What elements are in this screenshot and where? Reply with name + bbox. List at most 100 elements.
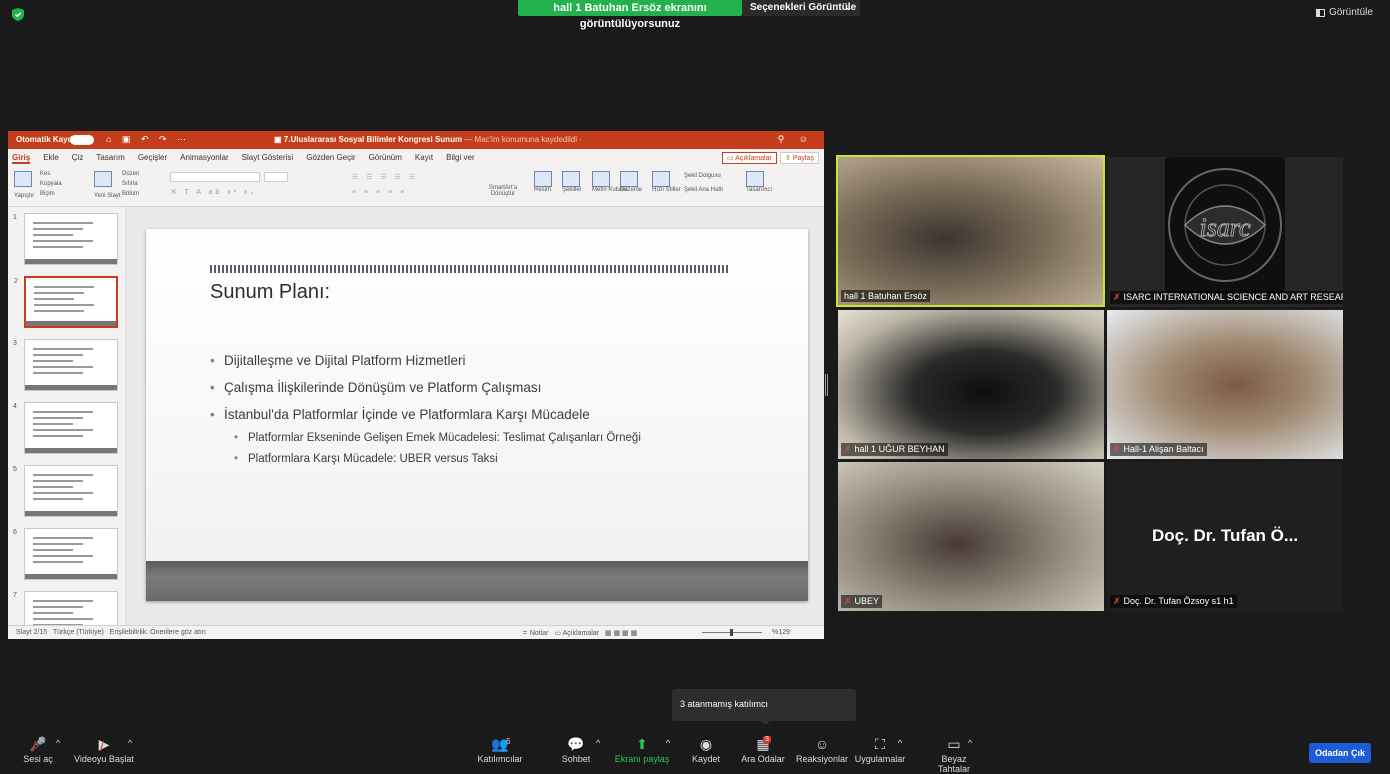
- thumbnail-text-line: [33, 234, 73, 236]
- apps-chevron-up-icon[interactable]: ^: [898, 738, 902, 748]
- reactions-button[interactable]: ☺ Reaksiyonlar: [796, 734, 848, 764]
- shared-screen[interactable]: Otomatik Kaydet ⌂ ▣ ↶ ↷ ⋯ ▣ 7.Uluslarara…: [8, 131, 824, 639]
- unmute-button[interactable]: 🎤 / Sesi aç: [20, 734, 56, 764]
- participant-name: ✗ UBEY: [841, 595, 883, 608]
- reactions-icon: ☺: [814, 736, 830, 752]
- participants-label: Katılımcılar: [477, 754, 523, 764]
- video-tile[interactable]: isarc ✗ ISARC INTERNATIONAL SCIENCE AND A…: [1107, 157, 1343, 307]
- paragraph-icons: ☰ ☰ ☰ ☰ ☰: [352, 174, 419, 181]
- share-chevron-up-icon[interactable]: ^: [666, 738, 670, 748]
- video-tile[interactable]: ✗ Hall-1 Alişan Baltacı: [1107, 310, 1343, 459]
- video-options-chevron-up-icon[interactable]: ^: [128, 738, 132, 748]
- breakout-tooltip: 3 atanmamış katılımcı: [672, 689, 856, 726]
- ppt-tab: Animasyonlar: [180, 153, 229, 162]
- format-icons: K T A ab x² x₂: [172, 189, 257, 196]
- ppt-title-bar: Otomatik Kaydet ⌂ ▣ ↶ ↷ ⋯ ▣ 7.Uluslarara…: [8, 131, 824, 149]
- bullet-item: Dijitalleşme ve Dijital Platform Hizmetl…: [210, 347, 641, 374]
- slide-number: 3: [13, 340, 17, 347]
- chevron-down-icon: ⌄: [845, 3, 852, 12]
- whiteboard-chevron-up-icon[interactable]: ^: [968, 738, 972, 748]
- video-off-icon: ▶ /: [98, 736, 110, 754]
- thumbnail-text-line: [33, 537, 93, 539]
- slide-thumbnail: 6: [13, 528, 118, 580]
- thumbnail-footer: [25, 448, 117, 453]
- view-button-label: Görüntüle: [1329, 7, 1373, 18]
- view-options-dropdown[interactable]: Seçenekleri Görüntüle ⌄: [742, 0, 860, 16]
- ppt-tab: Kayıt: [414, 153, 434, 162]
- participant-name: ✗ hall 1 UĞUR BEYHAN: [841, 443, 948, 456]
- slide-thumbnails: 1 2 3 4 5 6 7: [8, 207, 126, 639]
- slide-thumbnail: 2: [14, 276, 118, 328]
- picture-button: Resim: [534, 171, 554, 193]
- record-button[interactable]: ◉ Kaydet: [690, 734, 722, 764]
- view-button[interactable]: Görüntüle: [1316, 7, 1373, 18]
- start-video-button[interactable]: ▶ / Videoyu Başlat: [74, 734, 134, 764]
- participant-display-name: Doç. Dr. Tufan Ö...: [1151, 526, 1299, 545]
- ppt-tab: Görünüm: [368, 153, 402, 162]
- sub-bullet-item: Platformlara Karşı Mücadele: UBER versus…: [210, 449, 641, 470]
- shapes-button: Şekiller: [562, 171, 582, 193]
- thumbnail-text-line: [34, 286, 94, 288]
- thumbnail-footer: [25, 511, 117, 516]
- chat-button[interactable]: 💬 Sohbet: [558, 734, 594, 764]
- mic-muted-icon: ✗: [844, 596, 852, 606]
- thumbnail-text-line: [33, 498, 83, 500]
- chat-chevron-up-icon[interactable]: ^: [596, 738, 600, 748]
- thumbnail-text-line: [33, 372, 83, 374]
- mic-muted-icon: ✗: [844, 444, 852, 454]
- ppt-status-bar: Slayt 2/15 Türkçe (Türkiye) Erişilebilir…: [8, 625, 824, 639]
- thumbnail-text-line: [33, 429, 93, 431]
- leave-room-button[interactable]: Odadan Çık: [1309, 743, 1371, 763]
- breakout-badge: 3: [763, 736, 771, 743]
- breakout-label: Ara Odalar: [741, 754, 785, 764]
- ppt-ribbon-tabs: Giriş Ekle Çiz Tasarım Geçişler Animasyonlar S…: [8, 149, 824, 167]
- thumbnail-text-line: [33, 561, 83, 563]
- clipboard-group: Yapıştır Kes Kopyala Biçim: [14, 171, 62, 199]
- video-tile[interactable]: ✗ hall 1 UĞUR BEYHAN: [838, 310, 1104, 459]
- shape-fill-label: Şekil Dolgusu: [684, 173, 721, 179]
- thumbnail-text-line: [33, 555, 93, 557]
- slide-thumbnail: 5: [13, 465, 118, 517]
- slide-footer-band: [146, 561, 808, 601]
- share-button: ⇪ Paylaş: [780, 152, 819, 164]
- participants-button[interactable]: 👥 6 Katılımcılar: [476, 734, 524, 764]
- thumbnail-text-line: [33, 228, 83, 230]
- new-slide-icon: [94, 171, 112, 187]
- participant-name: ✗ ISARC INTERNATIONAL SCIENCE AND ART RES…: [1110, 291, 1343, 304]
- ppt-tab: Bilgi ver: [446, 153, 475, 162]
- slide-title: Sunum Planı:: [210, 281, 331, 303]
- video-tile[interactable]: hall 1 Batuhan Ersöz: [836, 155, 1105, 307]
- thumbnail-text-line: [33, 417, 83, 419]
- thumbnail-footer: [25, 385, 117, 390]
- security-shield-icon[interactable]: [12, 8, 24, 21]
- view-options-label: Seçenekleri Görüntüle: [750, 2, 857, 13]
- thumbnail-text-line: [34, 298, 74, 300]
- video-tile[interactable]: Doç. Dr. Tufan Ö... ✗ Doç. Dr. Tufan Özso…: [1107, 462, 1343, 611]
- audio-options-chevron-up-icon[interactable]: ^: [56, 738, 60, 748]
- font-name-box: [170, 172, 260, 182]
- share-screen-button[interactable]: ⬆ Ekranı paylaş: [614, 734, 670, 764]
- thumbnail-text-line: [33, 549, 73, 551]
- thumbnail-text-line: [33, 240, 93, 242]
- ppt-tab: Çiz: [71, 153, 84, 162]
- document-title: ▣ 7.Uluslararası Sosyal Bilimler Kongres…: [274, 135, 582, 144]
- font-size-box: [264, 172, 288, 182]
- paste-label: Yapıştır: [14, 193, 35, 199]
- reactions-label: Reaksiyonlar: [796, 754, 849, 764]
- video-tile[interactable]: ✗ UBEY: [838, 462, 1104, 611]
- thumbnail-text-line: [33, 366, 93, 368]
- mic-muted-icon: ✗: [1113, 292, 1121, 302]
- breakout-rooms-button[interactable]: ▦ 3 Ara Odalar: [741, 734, 785, 764]
- resize-handle[interactable]: [825, 374, 828, 396]
- thumbnail-text-line: [33, 435, 83, 437]
- slide-number: 7: [13, 592, 17, 599]
- slide-number: 1: [13, 214, 17, 221]
- sub-bullet-item: Platformlar Ekseninde Gelişen Emek Mücad…: [210, 428, 641, 449]
- designer-icon: [746, 171, 764, 187]
- screen-share-banner: hall 1 Batuhan Ersöz ekranını görüntülüy…: [518, 0, 742, 30]
- textbox-icon: [592, 171, 610, 187]
- ppt-tab: Ekle: [43, 153, 59, 162]
- thumbnail-text-line: [33, 543, 83, 545]
- picture-icon: [534, 171, 552, 187]
- thumbnail-text-line: [33, 348, 93, 350]
